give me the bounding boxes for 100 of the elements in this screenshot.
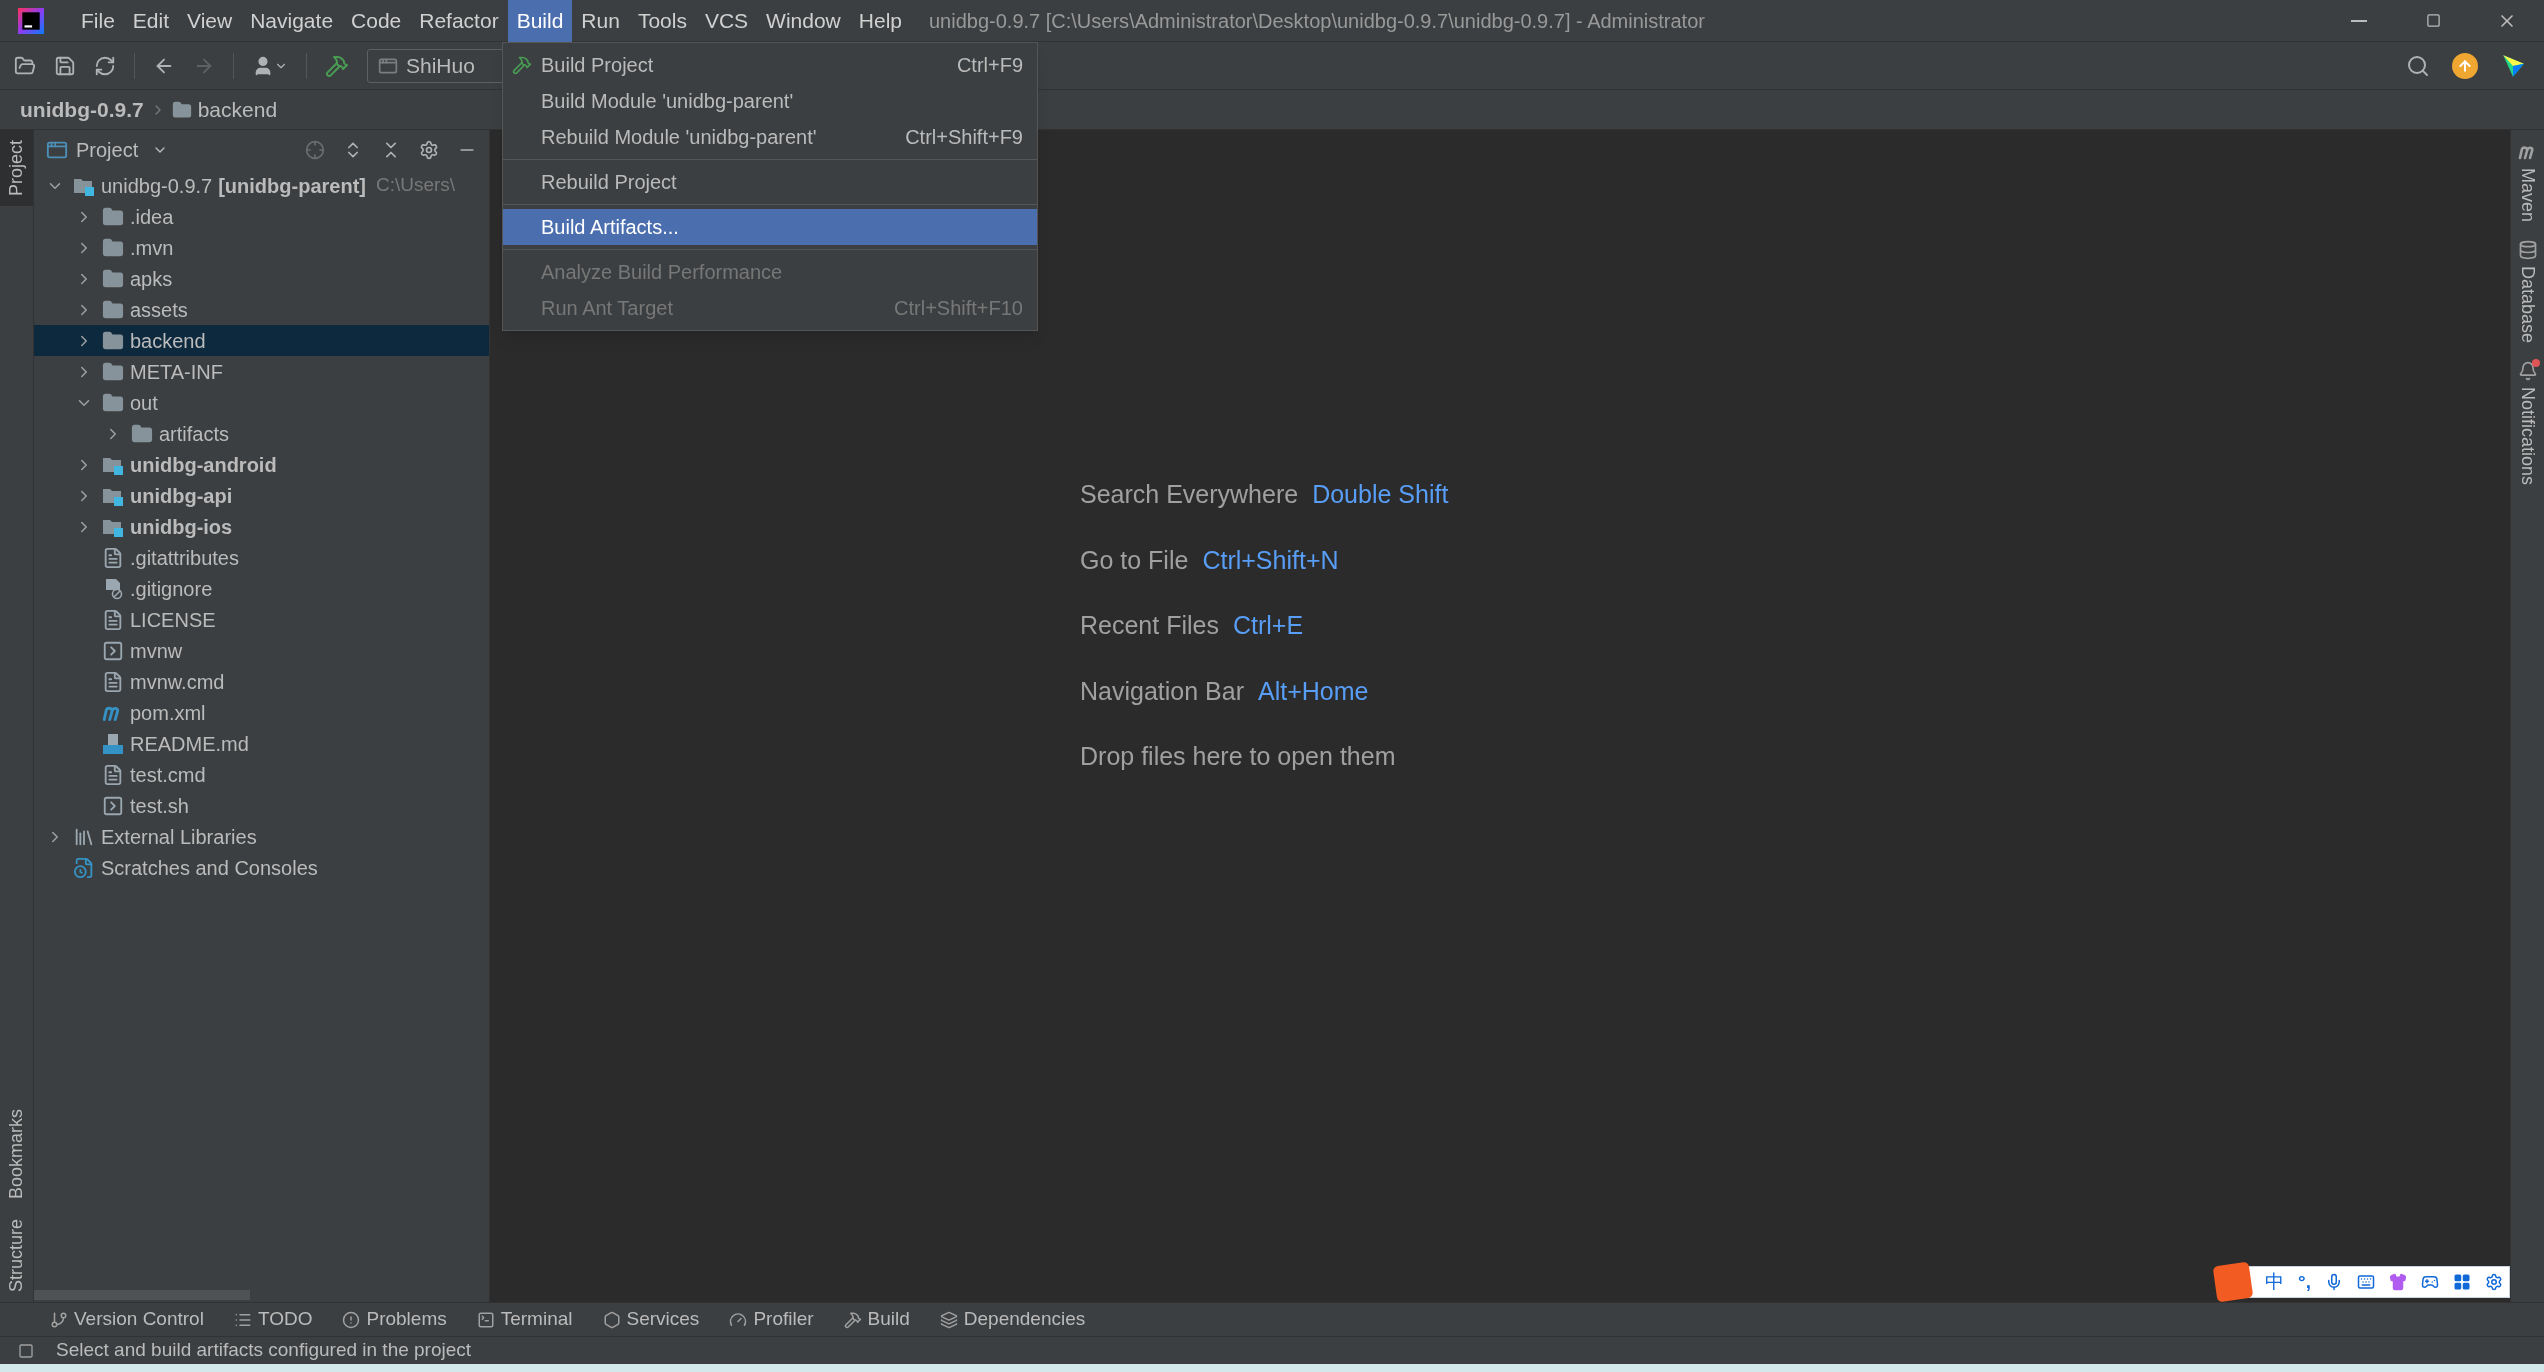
tree-item[interactable]: .gitignore	[34, 573, 489, 604]
hammer-icon[interactable]	[325, 53, 349, 78]
menu-item[interactable]: Tools	[628, 0, 696, 42]
punctuation-toggle[interactable]: °,	[2298, 1267, 2311, 1297]
tree-item-label: pom.xml	[130, 700, 206, 726]
breadcrumb-item[interactable]: unidbg-0.9.7	[20, 93, 144, 126]
microphone-icon[interactable]	[2325, 1273, 2343, 1291]
hint-shortcut: Ctrl+E	[1232, 610, 1304, 642]
tree-item[interactable]: out	[34, 387, 489, 418]
folder-icon	[171, 99, 192, 120]
tree-item[interactable]: unidbg-ios	[34, 511, 489, 542]
tree-item[interactable]: artifacts	[34, 418, 489, 449]
open-folder-icon[interactable]	[14, 54, 36, 77]
hint-shortcut: Ctrl+Shift+N	[1202, 544, 1339, 576]
menu-item[interactable]: Code	[342, 0, 411, 42]
panel-toggle-icon[interactable]	[18, 1342, 34, 1359]
tree-item[interactable]: test.cmd	[34, 759, 489, 790]
tool-window-button[interactable]: Build	[843, 1305, 910, 1334]
shortcut-label: Ctrl+F9	[956, 53, 1023, 78]
gamepad-icon[interactable]	[2421, 1273, 2439, 1291]
hammer-icon	[843, 1310, 862, 1329]
plugin-logo-icon[interactable]	[2500, 52, 2526, 79]
tool-window-tab[interactable]: Database	[2514, 240, 2541, 344]
menu-item[interactable]: Run	[572, 0, 629, 42]
tree-item[interactable]: .mvn	[34, 232, 489, 263]
tree-item[interactable]: External Libraries	[34, 821, 489, 852]
tree-item[interactable]: .gitattributes	[34, 542, 489, 573]
language-toggle[interactable]: 中	[2265, 1267, 2285, 1297]
tree-item[interactable]: unidbg-0.9.7 [unidbg-parent] C:\Users\	[34, 170, 489, 201]
window-title: unidbg-0.9.7 [C:\Users\Administrator\Desktop\unidbg-0.9.7\unidbg-0.9.7] - Administrator	[929, 8, 1705, 34]
panel-title[interactable]: Project	[76, 135, 139, 165]
menu-option[interactable]: Rebuild Module 'unidbg-parent' Ctrl+Shift+F9	[503, 119, 1037, 155]
tree-item[interactable]: mvnw	[34, 635, 489, 666]
tree-item-label: README.md	[130, 731, 249, 757]
tree-item[interactable]: backend	[34, 325, 489, 356]
tree-item[interactable]: META-INF	[34, 356, 489, 387]
database-icon	[2517, 240, 2538, 261]
tree-item-label: unidbg-ios	[130, 514, 233, 540]
layers-icon	[939, 1310, 958, 1329]
tool-window-button[interactable]: Version Control	[50, 1305, 204, 1334]
tree-item-label: External Libraries	[101, 824, 257, 850]
tree-item-label: test.sh	[130, 793, 189, 819]
update-icon[interactable]	[2452, 52, 2478, 79]
alert-icon	[342, 1310, 361, 1329]
markdown-file-icon	[102, 732, 124, 755]
tree-item[interactable]: unidbg-api	[34, 480, 489, 511]
tool-window-button[interactable]: Services	[602, 1305, 700, 1334]
refresh-icon[interactable]	[94, 54, 116, 77]
tree-item[interactable]: LICENSE	[34, 604, 489, 635]
settings-icon[interactable]	[419, 140, 439, 160]
folder-icon	[102, 205, 124, 228]
tree-item[interactable]: assets	[34, 294, 489, 325]
keyboard-icon[interactable]	[2357, 1273, 2375, 1291]
menu-item[interactable]: Refactor	[410, 0, 508, 42]
text-file-icon	[102, 670, 124, 693]
scratches-icon	[73, 856, 95, 879]
menu-item[interactable]: VCS	[695, 0, 758, 42]
tool-window-button[interactable]: Dependencies	[939, 1305, 1086, 1334]
tree-item[interactable]: README.md	[34, 728, 489, 759]
tree-item-label: unidbg-0.9.7	[101, 173, 213, 199]
save-icon[interactable]	[54, 54, 76, 77]
locate-icon[interactable]	[305, 140, 325, 160]
folder-icon	[131, 422, 153, 445]
status-message: Select and build artifacts configured in the project	[56, 1338, 472, 1363]
menu-item[interactable]: Window	[757, 0, 850, 42]
search-icon[interactable]	[2406, 53, 2430, 78]
settings-icon[interactable]	[2485, 1273, 2503, 1291]
menu-item[interactable]: Help	[849, 0, 911, 42]
tool-window-button[interactable]: Problems	[342, 1305, 447, 1334]
menu-option[interactable]: Build Artifacts...	[503, 209, 1037, 245]
tree-item[interactable]: apks	[34, 263, 489, 294]
breadcrumb-item[interactable]: backend	[197, 93, 278, 126]
tree-item[interactable]: unidbg-android	[34, 449, 489, 480]
tool-window-button[interactable]: Terminal	[476, 1305, 573, 1334]
menu-item[interactable]: Edit	[123, 0, 179, 42]
tree-item-label: Scratches and Consoles	[101, 855, 318, 881]
tool-window-tab[interactable]: Notifications	[2514, 361, 2541, 486]
scrollbar-thumb[interactable]	[34, 1290, 250, 1300]
folder-icon	[102, 360, 124, 383]
tool-window-tab[interactable]: Project	[0, 130, 33, 207]
menu-option[interactable]: Rebuild Project	[503, 164, 1037, 200]
hint-action: Recent Files	[1080, 610, 1219, 642]
menu-item[interactable]: View	[178, 0, 242, 42]
tree-item[interactable]: .idea	[34, 201, 489, 232]
menu-item[interactable]: Build	[507, 0, 573, 42]
shirt-icon[interactable]	[2389, 1273, 2407, 1291]
tool-window-button[interactable]: Profiler	[729, 1305, 814, 1334]
tree-item-label: assets	[130, 297, 188, 323]
tool-window-tab[interactable]: Structure	[0, 1208, 33, 1302]
menu-item[interactable]: File	[72, 0, 124, 42]
tree-item[interactable]: Scratches and Consoles	[34, 852, 489, 883]
tree-item[interactable]: mvnw.cmd	[34, 666, 489, 697]
tool-window-tab[interactable]: Bookmarks	[0, 1098, 33, 1209]
grid-icon[interactable]	[2453, 1273, 2471, 1291]
tree-item[interactable]: test.sh	[34, 790, 489, 821]
tool-window-tab[interactable]: Maven	[2514, 142, 2541, 223]
tool-window-button[interactable]: TODO	[233, 1305, 313, 1334]
menu-option[interactable]: Build Module 'unidbg-parent'	[503, 83, 1037, 119]
tree-item[interactable]: pom.xml	[34, 697, 489, 728]
menu-item[interactable]: Navigate	[241, 0, 343, 42]
